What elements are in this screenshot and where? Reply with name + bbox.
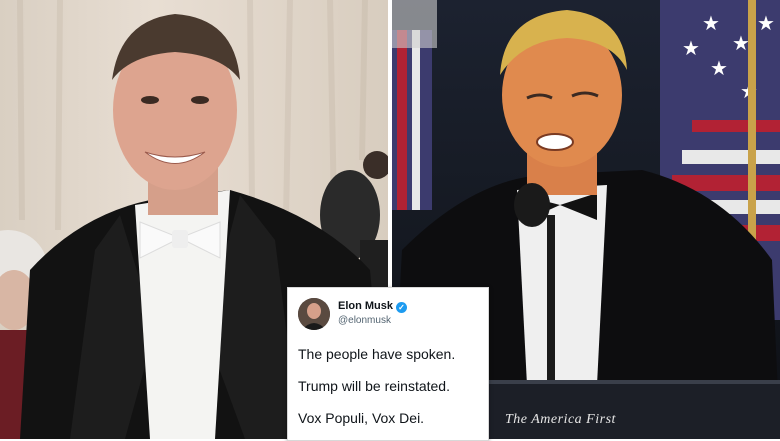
- lectern-text: The America First: [505, 412, 616, 427]
- tweet-line-2: Trump will be reinstated.: [298, 378, 450, 394]
- avatar-image: [298, 298, 330, 330]
- tweet-line-1: The people have spoken.: [298, 346, 456, 362]
- avatar: [298, 298, 330, 330]
- svg-text:★: ★: [732, 33, 750, 55]
- tweet-line-3: Vox Populi, Vox Dei.: [298, 410, 425, 426]
- us-flag-left: [392, 0, 437, 210]
- verified-badge-icon: ✓: [396, 302, 408, 313]
- lectern: [487, 380, 780, 439]
- svg-text:★: ★: [710, 58, 728, 80]
- svg-text:★: ★: [757, 13, 775, 35]
- tweet-author-name: Elon Musk ✓: [338, 300, 408, 313]
- tweet-handle: @elonmusk: [338, 315, 391, 326]
- svg-text:★: ★: [682, 38, 700, 60]
- svg-text:★: ★: [702, 13, 720, 35]
- display-name: Elon Musk: [338, 300, 394, 312]
- tweet-card: Elon Musk ✓ @elonmusk The people have spo…: [287, 287, 489, 441]
